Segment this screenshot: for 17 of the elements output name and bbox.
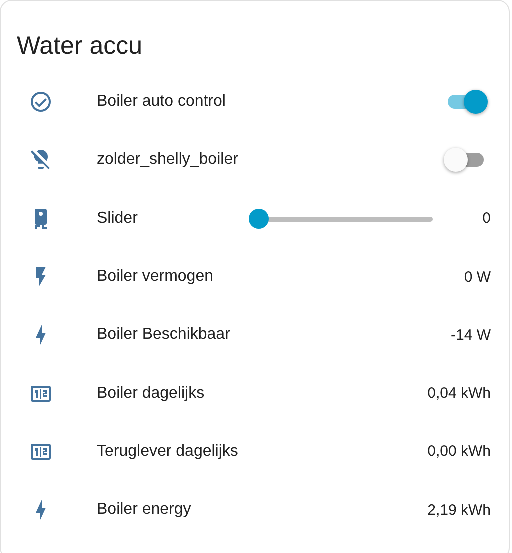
entity-name[interactable]: Boiler energy [97, 501, 428, 520]
state-value: 2,19 kWh [428, 502, 491, 519]
entity-name[interactable]: Teruglever dagelijks [97, 442, 428, 461]
entity-name[interactable]: Boiler dagelijks [97, 384, 428, 403]
state-value: 0 W [464, 268, 491, 286]
slider-thumb[interactable] [248, 208, 269, 229]
slider-value: 0 [482, 210, 491, 228]
entity-name[interactable]: Boiler Beschikbaar [97, 326, 451, 344]
state-value: 0,04 kWh [428, 385, 491, 402]
entity-name[interactable]: Slider [97, 210, 249, 228]
lightbulb-off-icon [29, 148, 53, 172]
card-title: Water accu [17, 31, 144, 62]
entity-name[interactable]: zolder_shelly_boiler [97, 151, 443, 170]
entity-name[interactable]: Boiler vermogen [97, 268, 464, 286]
state-value: -14 W [450, 326, 491, 344]
entity-name[interactable]: Boiler auto control [97, 93, 443, 112]
state-value: 0,00 kWh [428, 443, 491, 460]
